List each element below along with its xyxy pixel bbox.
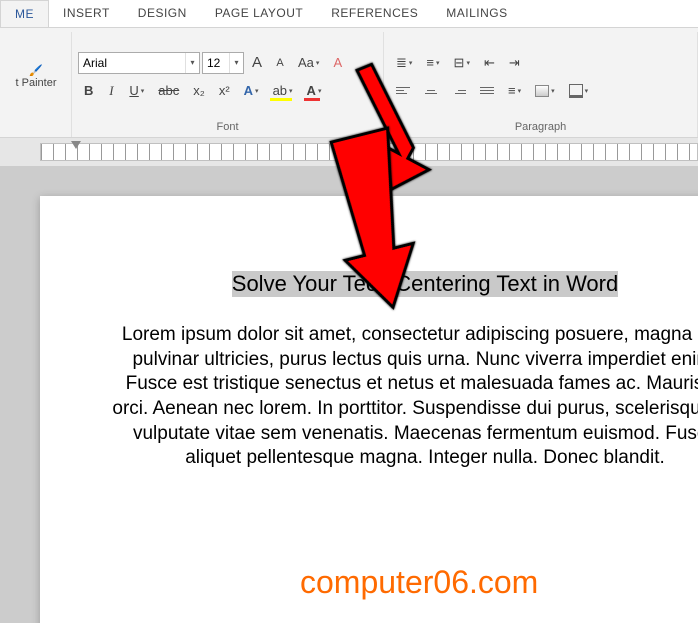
highlight-button[interactable]: ab▾ — [267, 79, 299, 103]
numbering-icon: ≡ — [426, 55, 434, 70]
font-size-input[interactable] — [203, 54, 229, 72]
line-spacing-icon: ≡ — [508, 83, 516, 98]
paintbrush-icon: 🖌️ — [29, 64, 43, 77]
justify-button[interactable] — [474, 79, 500, 103]
document-title-selected[interactable]: Solve Your Tech Centering Text in Word — [232, 271, 618, 297]
underline-label: U — [129, 83, 138, 98]
document-canvas[interactable]: Solve Your Tech Centering Text in Word L… — [0, 166, 698, 623]
tab-page-layout[interactable]: PAGE LAYOUT — [201, 0, 317, 27]
decrease-indent-button[interactable]: ⇤ — [478, 51, 501, 75]
align-center-button[interactable] — [418, 79, 444, 103]
clipboard-group-label — [6, 119, 65, 137]
justify-icon — [480, 87, 494, 94]
highlight-icon: ab — [273, 83, 287, 98]
shrink-font-button[interactable]: A — [270, 51, 290, 75]
align-center-icon — [424, 87, 438, 94]
tab-insert[interactable]: INSERT — [49, 0, 124, 27]
tab-design[interactable]: DESIGN — [124, 0, 201, 27]
chevron-down-icon: ▾ — [289, 87, 293, 95]
font-name-input[interactable] — [79, 54, 185, 72]
font-name-combo[interactable]: ▾ — [78, 52, 200, 74]
chevron-down-icon: ▾ — [518, 87, 522, 95]
align-right-icon — [452, 87, 466, 94]
clear-formatting-button[interactable]: A — [327, 51, 348, 75]
strike-label: abc — [158, 83, 179, 98]
chevron-down-icon: ▾ — [409, 59, 413, 67]
eraser-icon: A — [333, 55, 342, 70]
tab-references[interactable]: REFERENCES — [317, 0, 432, 27]
grow-font-icon: A — [252, 54, 262, 71]
change-case-button[interactable]: Aa▾ — [292, 51, 325, 75]
borders-button[interactable]: ▾ — [563, 79, 595, 103]
font-color-button[interactable]: A▾ — [301, 79, 328, 103]
chevron-down-icon[interactable]: ▾ — [185, 53, 199, 73]
superscript-button[interactable]: x² — [213, 79, 236, 103]
increase-indent-button[interactable]: ⇥ — [503, 51, 526, 75]
font-color-icon: A — [307, 83, 316, 98]
ruler-area — [0, 138, 698, 166]
document-page[interactable]: Solve Your Tech Centering Text in Word L… — [40, 196, 698, 623]
chevron-down-icon: ▾ — [551, 87, 555, 95]
line-spacing-button[interactable]: ≡▾ — [502, 79, 527, 103]
chevron-down-icon: ▾ — [318, 87, 322, 95]
ribbon: 🖌️ t Painter ▾ ▾ A A Aa▾ A — [0, 28, 698, 138]
borders-icon — [569, 84, 583, 98]
ribbon-tabs: ME INSERT DESIGN PAGE LAYOUT REFERENCES … — [0, 0, 698, 28]
group-paragraph: ≣▾ ≡▾ ⊟▾ ⇤ ⇥ ≡▾ ▾ ▾ Paragraph — [384, 32, 698, 137]
tab-home[interactable]: ME — [0, 0, 49, 27]
align-left-button[interactable] — [390, 79, 416, 103]
bold-button[interactable]: B — [78, 79, 99, 103]
decrease-indent-icon: ⇤ — [484, 55, 495, 71]
italic-button[interactable]: I — [101, 79, 121, 103]
chevron-down-icon: ▾ — [255, 87, 259, 95]
chevron-down-icon[interactable]: ▾ — [229, 53, 243, 73]
tab-mailings[interactable]: MAILINGS — [432, 0, 521, 27]
shrink-font-icon: A — [276, 57, 283, 69]
chevron-down-icon: ▾ — [141, 87, 145, 95]
group-font: ▾ ▾ A A Aa▾ A B I U▾ abc x₂ x² A▾ ab▾ — [72, 32, 384, 137]
change-case-label: Aa — [298, 55, 314, 70]
grow-font-button[interactable]: A — [246, 51, 268, 75]
font-size-combo[interactable]: ▾ — [202, 52, 244, 74]
shading-button[interactable]: ▾ — [529, 79, 561, 103]
multilevel-list-button[interactable]: ⊟▾ — [448, 51, 476, 75]
horizontal-ruler[interactable] — [40, 143, 698, 161]
align-left-icon — [396, 87, 410, 94]
group-clipboard: 🖌️ t Painter — [0, 32, 72, 137]
text-effects-icon: A — [244, 83, 253, 98]
document-body-text[interactable]: Lorem ipsum dolor sit amet, consectetur … — [110, 323, 698, 471]
multilevel-icon: ⊟ — [454, 55, 465, 71]
chevron-down-icon: ▾ — [436, 59, 440, 67]
paragraph-group-label: Paragraph — [390, 119, 691, 137]
format-painter-label: t Painter — [16, 77, 57, 89]
strikethrough-button[interactable]: abc — [152, 79, 185, 103]
increase-indent-icon: ⇥ — [509, 55, 520, 71]
chevron-down-icon: ▾ — [316, 59, 320, 67]
chevron-down-icon: ▾ — [585, 87, 589, 95]
format-painter-button[interactable]: 🖌️ t Painter — [6, 52, 66, 102]
shading-icon — [535, 85, 549, 97]
bullets-button[interactable]: ≣▾ — [390, 51, 418, 75]
underline-button[interactable]: U▾ — [123, 79, 150, 103]
align-right-button[interactable] — [446, 79, 472, 103]
text-effects-button[interactable]: A▾ — [238, 79, 265, 103]
numbering-button[interactable]: ≡▾ — [420, 51, 445, 75]
font-group-label: Font — [78, 119, 377, 137]
bullets-icon: ≣ — [396, 55, 407, 71]
chevron-down-icon: ▾ — [466, 59, 470, 67]
subscript-button[interactable]: x₂ — [187, 79, 211, 103]
